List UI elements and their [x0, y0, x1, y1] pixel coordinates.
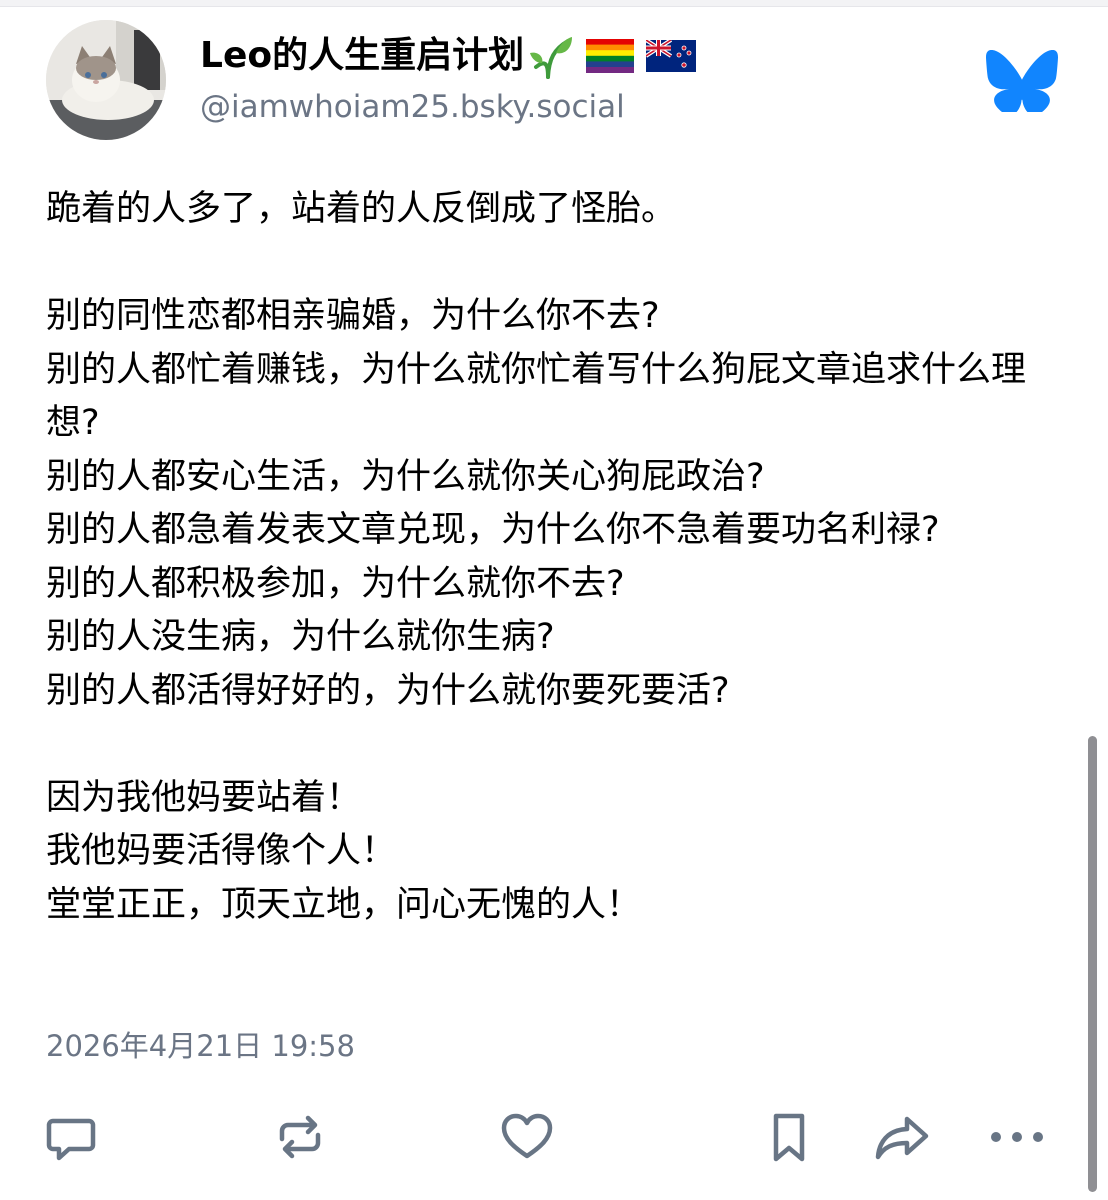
- repost-button[interactable]: [268, 1105, 332, 1169]
- new-zealand-flag-icon: [638, 40, 697, 72]
- share-button[interactable]: [871, 1105, 935, 1169]
- author-display-name-row[interactable]: Leo的人生重启计划: [200, 28, 697, 84]
- post-body-text: 跪着的人多了，站着的人反倒成了怪胎。 别的同性恋都相亲骗婚，为什么你不去? 别的…: [46, 189, 1027, 925]
- bookmark-icon: [773, 1113, 805, 1162]
- author-handle[interactable]: @iamwhoiam25.bsky.social: [200, 86, 625, 128]
- share-icon: [875, 1116, 929, 1160]
- reply-icon: [46, 1118, 96, 1161]
- like-icon: [501, 1113, 553, 1159]
- post-action-bar: [0, 1105, 1108, 1169]
- post-timestamp[interactable]: 2026年4月21日 19:58: [46, 1026, 355, 1066]
- vertical-scrollbar[interactable]: [1088, 736, 1097, 1192]
- avatar[interactable]: [46, 20, 166, 140]
- cat-photo-avatar-image: [46, 20, 166, 140]
- top-divider: [0, 0, 1108, 7]
- like-button[interactable]: [495, 1105, 559, 1169]
- bluesky-butterfly-icon[interactable]: [986, 49, 1058, 116]
- more-options-button[interactable]: [985, 1105, 1049, 1169]
- author-display-name[interactable]: Leo的人生重启计划: [200, 28, 524, 84]
- seedling-icon: [528, 33, 574, 79]
- more-icon: [991, 1132, 1043, 1142]
- repost-icon: [279, 1115, 321, 1159]
- reply-button[interactable]: [39, 1105, 103, 1169]
- bookmark-button[interactable]: [757, 1105, 821, 1169]
- rainbow-flag-icon: [578, 39, 635, 73]
